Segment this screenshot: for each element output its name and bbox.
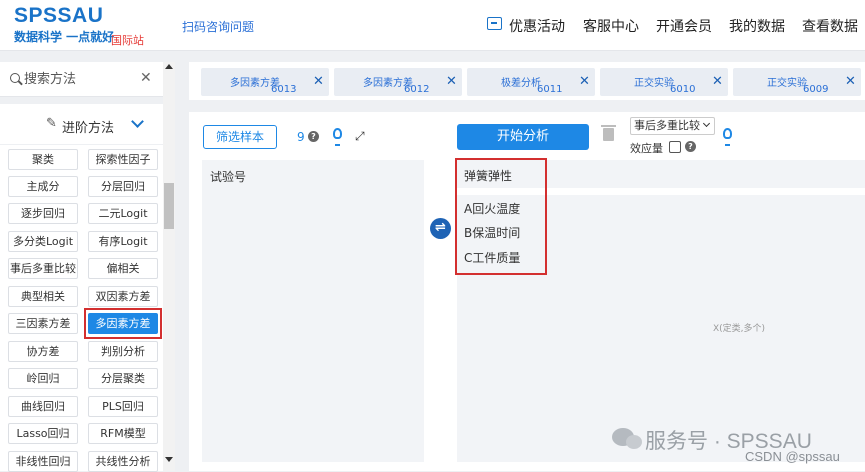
start-analysis-button[interactable]: 开始分析: [457, 124, 589, 150]
method-button[interactable]: 典型相关: [8, 286, 78, 307]
method-button[interactable]: 多分类Logit: [8, 231, 78, 252]
method-button[interactable]: 双因素方差: [88, 286, 158, 307]
wechat-icon-bubble: [626, 435, 642, 449]
search-icon: [10, 73, 20, 83]
chevron-down-icon: [702, 119, 711, 128]
highlight-box: [84, 308, 162, 339]
method-button[interactable]: 主成分: [8, 176, 78, 197]
method-search-box: ✕: [0, 62, 163, 97]
tab-item[interactable]: 正交实验 6009 ✕: [733, 68, 861, 96]
method-button[interactable]: 判别分析: [88, 341, 158, 362]
ticket-icon: [487, 17, 502, 30]
method-button[interactable]: 偏相关: [88, 258, 158, 279]
method-button[interactable]: PLS回归: [88, 396, 158, 417]
effect-size-label: 效应量: [630, 142, 663, 155]
scroll-down-arrow-icon[interactable]: [165, 457, 173, 462]
tab-item[interactable]: 多因素方差 6013 ✕: [201, 68, 329, 96]
paperclip-icon: ✎: [46, 116, 57, 131]
tab-item[interactable]: 极差分析 6011 ✕: [467, 68, 595, 96]
swap-icon[interactable]: ⇌: [430, 218, 451, 239]
method-search-input[interactable]: [24, 69, 134, 89]
method-button[interactable]: 逐步回归: [8, 203, 78, 224]
nav-promotions[interactable]: 优惠活动: [509, 16, 565, 36]
method-list: 聚类 探索性因子 主成分 分层回归 逐步回归 二元Logit 多分类Logit …: [0, 145, 163, 472]
expand-icon[interactable]: ⤢: [355, 129, 365, 144]
method-button[interactable]: 事后多重比较: [8, 258, 78, 279]
scroll-up-arrow-icon[interactable]: [165, 64, 173, 69]
close-icon[interactable]: ✕: [140, 70, 152, 86]
advanced-methods-label: 进阶方法: [62, 121, 115, 136]
tab-item[interactable]: 多因素方差 6012 ✕: [334, 68, 462, 96]
close-icon[interactable]: ✕: [446, 74, 457, 89]
variable-item[interactable]: 试验号: [210, 168, 246, 185]
filter-sample-button[interactable]: 筛选样本: [203, 125, 277, 149]
close-icon[interactable]: ✕: [712, 74, 723, 89]
trash-icon[interactable]: [601, 125, 616, 141]
nav-customer-service[interactable]: 客服中心: [583, 16, 639, 36]
effect-size-checkbox[interactable]: [669, 141, 681, 153]
x-pane-hint: X(定类,多个): [713, 324, 766, 334]
post-hoc-select[interactable]: 事后多重比较: [630, 117, 715, 135]
method-button[interactable]: 共线性分析: [88, 451, 158, 472]
method-button[interactable]: 曲线回归: [8, 396, 78, 417]
method-button[interactable]: 分层聚类: [88, 368, 158, 389]
help-icon[interactable]: ?: [308, 131, 319, 142]
tab-number: 6010: [670, 84, 696, 95]
post-hoc-select-value: 事后多重比较: [634, 119, 700, 132]
tab-item[interactable]: 正交实验 6010 ✕: [600, 68, 728, 96]
nav-view-data[interactable]: 查看数据: [802, 16, 858, 36]
nav-my-data[interactable]: 我的数据: [729, 16, 785, 36]
method-button[interactable]: 分层回归: [88, 176, 158, 197]
method-button[interactable]: 二元Logit: [88, 203, 158, 224]
close-icon[interactable]: ✕: [845, 74, 856, 89]
help-icon[interactable]: ?: [685, 141, 696, 152]
logo-subtitle: 数据科学 一点就好: [14, 30, 115, 44]
sidebar-scrollbar[interactable]: [163, 62, 175, 471]
highlight-box: [455, 158, 547, 275]
tab-number: 6011: [537, 84, 563, 95]
method-button[interactable]: Lasso回归: [8, 423, 78, 444]
lightbulb-icon[interactable]: [723, 128, 732, 146]
close-icon[interactable]: ✕: [579, 74, 590, 89]
variable-count: 9: [297, 130, 305, 144]
method-button[interactable]: 岭回归: [8, 368, 78, 389]
method-button[interactable]: 三因素方差: [8, 313, 78, 334]
tab-number: 6009: [803, 84, 829, 95]
method-button[interactable]: 有序Logit: [88, 231, 158, 252]
method-button[interactable]: RFM模型: [88, 423, 158, 444]
csdn-watermark: CSDN @spssau: [745, 449, 840, 464]
variable-source-pane[interactable]: [202, 160, 424, 462]
nav-membership[interactable]: 开通会员: [656, 16, 712, 36]
method-button[interactable]: 探索性因子: [88, 149, 158, 170]
method-button[interactable]: 聚类: [8, 149, 78, 170]
close-icon[interactable]: ✕: [313, 74, 324, 89]
logo[interactable]: SPSSAU: [14, 4, 103, 28]
method-button[interactable]: 非线性回归: [8, 451, 78, 472]
tab-number: 6013: [271, 84, 297, 95]
scrollbar-thumb[interactable]: [164, 183, 174, 229]
scan-consult-link[interactable]: 扫码咨询问题: [182, 18, 254, 35]
lightbulb-icon[interactable]: [333, 128, 342, 146]
intl-site-link[interactable]: 国际站: [111, 32, 144, 48]
method-button[interactable]: 协方差: [8, 341, 78, 362]
tab-number: 6012: [404, 84, 430, 95]
